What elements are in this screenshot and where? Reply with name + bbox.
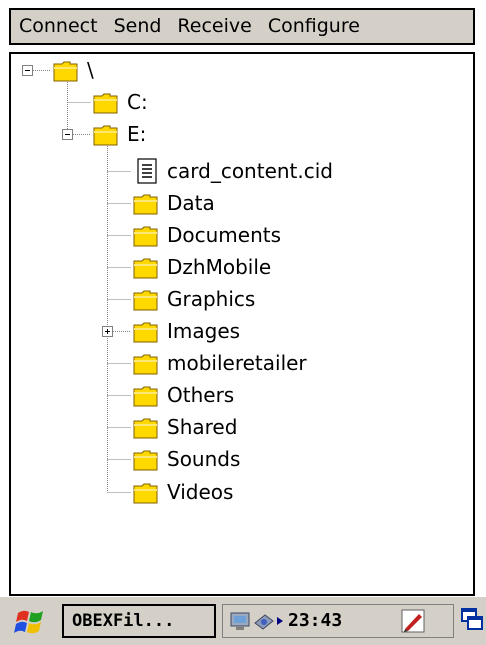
tree-node-root[interactable]: \ xyxy=(53,55,133,87)
document-icon xyxy=(137,158,157,184)
folder-icon xyxy=(93,125,118,146)
tree-label: Data xyxy=(167,191,215,215)
system-tray: 23:43 xyxy=(222,604,454,638)
folder-tree[interactable]: \ C: E: card_content.cid Data Documents … xyxy=(9,52,475,596)
tree-node-folder-shared[interactable]: Shared xyxy=(133,412,333,444)
taskbar-app-button[interactable]: OBEXFil... xyxy=(62,604,216,638)
tree-label: mobileretailer xyxy=(167,351,307,375)
drive-e-collapse-toggle[interactable] xyxy=(62,129,73,140)
clock[interactable]: 23:43 xyxy=(288,605,342,637)
folder-icon xyxy=(133,450,158,471)
activesync-connection-icon[interactable] xyxy=(253,611,275,631)
tree-node-folder-sounds[interactable]: Sounds xyxy=(133,444,333,476)
window-switch-icon[interactable] xyxy=(460,607,484,633)
tree-node-file-card-content[interactable]: card_content.cid xyxy=(133,156,393,188)
tree-node-folder-videos[interactable]: Videos xyxy=(133,477,333,509)
folder-icon xyxy=(133,418,158,439)
tree-node-drive-c[interactable]: C: xyxy=(93,87,173,119)
tree-label: Graphics xyxy=(167,287,256,311)
menu-receive[interactable]: Receive xyxy=(171,10,261,43)
menu-configure[interactable]: Configure xyxy=(262,10,370,43)
tree-node-folder-documents[interactable]: Documents xyxy=(133,220,333,252)
tree-node-drive-e[interactable]: E: xyxy=(93,119,173,151)
start-windows-flag-icon[interactable] xyxy=(12,605,48,639)
tree-label: card_content.cid xyxy=(167,159,333,183)
tree-label: Images xyxy=(167,319,241,343)
folder-icon xyxy=(133,322,158,343)
folder-icon xyxy=(133,354,158,375)
root-collapse-toggle[interactable] xyxy=(22,65,33,76)
taskbar: OBEXFil... 23:43 xyxy=(0,596,486,645)
arrow-right-icon xyxy=(277,617,283,625)
tree-label: DzhMobile xyxy=(167,255,272,279)
tree-label: Shared xyxy=(167,415,238,439)
folder-icon xyxy=(53,61,78,82)
tree-node-folder-others[interactable]: Others xyxy=(133,380,333,412)
menu-bar: Connect Send Receive Configure xyxy=(9,8,475,45)
menu-send[interactable]: Send xyxy=(108,10,172,43)
tree-label: Documents xyxy=(167,223,282,247)
folder-icon xyxy=(133,194,158,215)
tree-node-folder-data[interactable]: Data xyxy=(133,188,333,220)
folder-icon xyxy=(133,226,158,247)
input-pen-icon[interactable] xyxy=(401,609,425,633)
tree-node-folder-graphics[interactable]: Graphics xyxy=(133,284,333,316)
images-expand-toggle[interactable] xyxy=(102,326,113,337)
folder-icon xyxy=(133,386,158,407)
tree-label: \ xyxy=(87,58,94,82)
tree-node-folder-mobileretailer[interactable]: mobileretailer xyxy=(133,348,353,380)
folder-icon xyxy=(133,258,158,279)
folder-icon xyxy=(133,290,158,311)
tree-label: C: xyxy=(127,90,148,114)
folder-icon xyxy=(93,93,118,114)
tree-label: Sounds xyxy=(167,447,241,471)
tree-node-folder-dzhmobile[interactable]: DzhMobile xyxy=(133,252,333,284)
tree-label: Videos xyxy=(167,480,234,504)
menu-connect[interactable]: Connect xyxy=(19,10,108,43)
tree-label: Others xyxy=(167,383,235,407)
tree-node-folder-images[interactable]: Images xyxy=(133,316,333,348)
tree-label: E: xyxy=(127,122,147,146)
network-computer-icon[interactable] xyxy=(229,610,251,632)
folder-icon xyxy=(133,483,158,504)
